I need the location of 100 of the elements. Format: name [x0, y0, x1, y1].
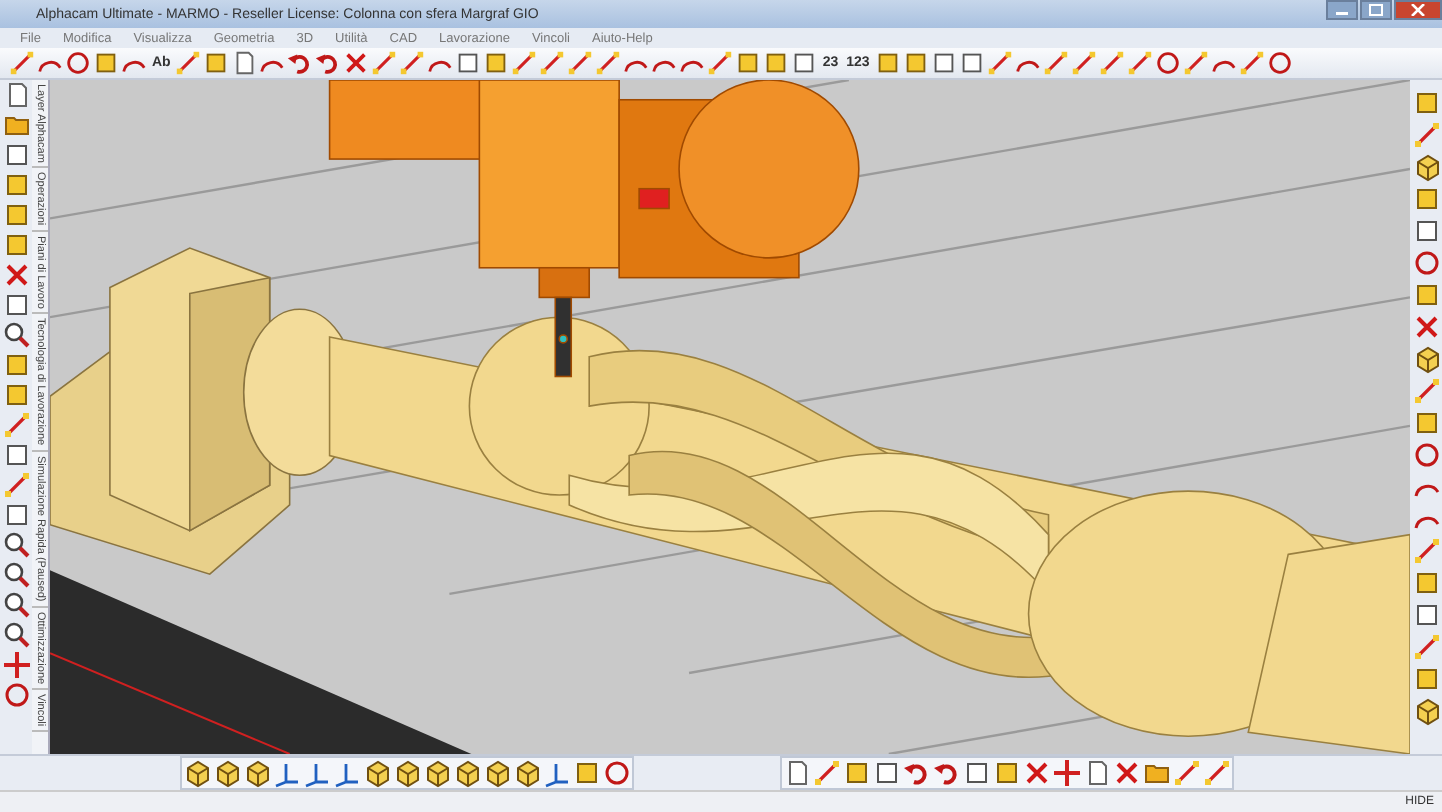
line-icon[interactable] — [174, 48, 203, 78]
circle-icon[interactable] — [1411, 440, 1441, 470]
cube-icon[interactable] — [362, 758, 392, 788]
cross-icon[interactable] — [1112, 758, 1142, 788]
square-icon[interactable] — [202, 48, 231, 78]
square-icon[interactable] — [1, 200, 31, 230]
cube-icon[interactable] — [482, 758, 512, 788]
square-icon[interactable] — [992, 758, 1022, 788]
circle-icon[interactable] — [64, 48, 92, 78]
line-icon[interactable] — [1, 410, 31, 440]
line-icon[interactable] — [1069, 48, 1098, 78]
line-icon[interactable] — [398, 48, 427, 78]
axes-icon[interactable] — [272, 758, 302, 788]
square-icon[interactable] — [92, 48, 120, 78]
square-icon[interactable] — [482, 48, 511, 78]
square-icon[interactable] — [1411, 664, 1441, 694]
line-icon[interactable] — [594, 48, 623, 78]
square-icon[interactable] — [734, 48, 763, 78]
move-icon[interactable] — [1, 650, 31, 680]
magnifier-icon[interactable] — [1, 590, 31, 620]
line-icon[interactable] — [566, 48, 595, 78]
undo-icon[interactable] — [902, 758, 932, 788]
square-icon[interactable] — [962, 758, 992, 788]
square-icon[interactable] — [1, 170, 31, 200]
circle-icon[interactable] — [602, 758, 632, 788]
square-icon[interactable] — [957, 48, 986, 78]
square-icon[interactable] — [1411, 568, 1441, 598]
cube-icon[interactable] — [1411, 696, 1441, 726]
magnifier-icon[interactable] — [1, 560, 31, 590]
close-icon — [1410, 4, 1426, 16]
undo-icon[interactable] — [932, 758, 962, 788]
square-icon[interactable] — [1411, 88, 1441, 118]
cross-icon[interactable] — [1411, 312, 1441, 342]
line-icon[interactable] — [1041, 48, 1070, 78]
cube-icon[interactable] — [1411, 152, 1441, 182]
line-icon[interactable] — [1411, 536, 1441, 566]
cube-icon[interactable] — [452, 758, 482, 788]
cube-icon[interactable] — [212, 758, 242, 788]
line-icon[interactable] — [706, 48, 735, 78]
cube-icon[interactable] — [242, 758, 272, 788]
line-icon[interactable] — [1411, 376, 1441, 406]
axes-icon[interactable] — [332, 758, 362, 788]
circle-icon[interactable] — [1265, 48, 1294, 78]
line-icon[interactable] — [1, 470, 31, 500]
line-icon[interactable] — [510, 48, 539, 78]
line-icon[interactable] — [812, 758, 842, 788]
axes-icon[interactable] — [302, 758, 332, 788]
close-button[interactable] — [1394, 0, 1442, 20]
circle-icon[interactable] — [1153, 48, 1182, 78]
square-icon[interactable] — [901, 48, 930, 78]
line-icon[interactable] — [985, 48, 1014, 78]
line-icon[interactable] — [1237, 48, 1266, 78]
line-icon[interactable] — [370, 48, 399, 78]
line-icon[interactable] — [1097, 48, 1126, 78]
circle-icon[interactable] — [1, 680, 31, 710]
line-icon[interactable] — [1411, 120, 1441, 150]
square-icon[interactable] — [1, 290, 31, 320]
square-icon[interactable] — [1411, 216, 1441, 246]
square-icon[interactable] — [1411, 280, 1441, 310]
square-icon[interactable] — [1, 380, 31, 410]
square-icon[interactable] — [790, 48, 819, 78]
cube-icon[interactable] — [182, 758, 212, 788]
magnifier-icon[interactable] — [1, 620, 31, 650]
square-icon[interactable] — [1411, 600, 1441, 630]
square-icon[interactable] — [1, 140, 31, 170]
line-icon[interactable] — [1125, 48, 1154, 78]
square-icon[interactable] — [872, 758, 902, 788]
square-icon[interactable] — [1, 350, 31, 380]
square-icon[interactable] — [572, 758, 602, 788]
maximize-button[interactable] — [1360, 0, 1392, 20]
line-icon[interactable] — [1172, 758, 1202, 788]
circle-icon[interactable] — [1411, 248, 1441, 278]
square-icon[interactable] — [929, 48, 958, 78]
maximize-icon — [1368, 4, 1384, 16]
square-icon[interactable] — [1411, 184, 1441, 214]
minimize-button[interactable] — [1326, 0, 1358, 20]
square-icon[interactable] — [873, 48, 902, 78]
square-icon[interactable] — [1, 500, 31, 530]
line-icon[interactable] — [1202, 758, 1232, 788]
square-icon[interactable] — [1, 230, 31, 260]
cube-icon[interactable] — [392, 758, 422, 788]
square-icon[interactable] — [842, 758, 872, 788]
square-icon[interactable] — [1411, 408, 1441, 438]
cube-icon[interactable] — [422, 758, 452, 788]
cube-icon[interactable] — [512, 758, 542, 788]
line-icon[interactable] — [1181, 48, 1210, 78]
magnifier-icon[interactable] — [1, 530, 31, 560]
cross-icon[interactable] — [1022, 758, 1052, 788]
square-icon[interactable] — [454, 48, 483, 78]
square-icon[interactable] — [1, 440, 31, 470]
axes-icon[interactable] — [542, 758, 572, 788]
move-icon[interactable] — [1052, 758, 1082, 788]
cross-icon[interactable] — [1, 260, 31, 290]
line-icon[interactable] — [8, 48, 36, 78]
line-icon[interactable] — [538, 48, 567, 78]
magnifier-icon[interactable] — [1, 320, 31, 350]
cross-icon[interactable] — [342, 48, 371, 78]
line-icon[interactable] — [1411, 632, 1441, 662]
square-icon[interactable] — [762, 48, 791, 78]
cube-icon[interactable] — [1411, 344, 1441, 374]
